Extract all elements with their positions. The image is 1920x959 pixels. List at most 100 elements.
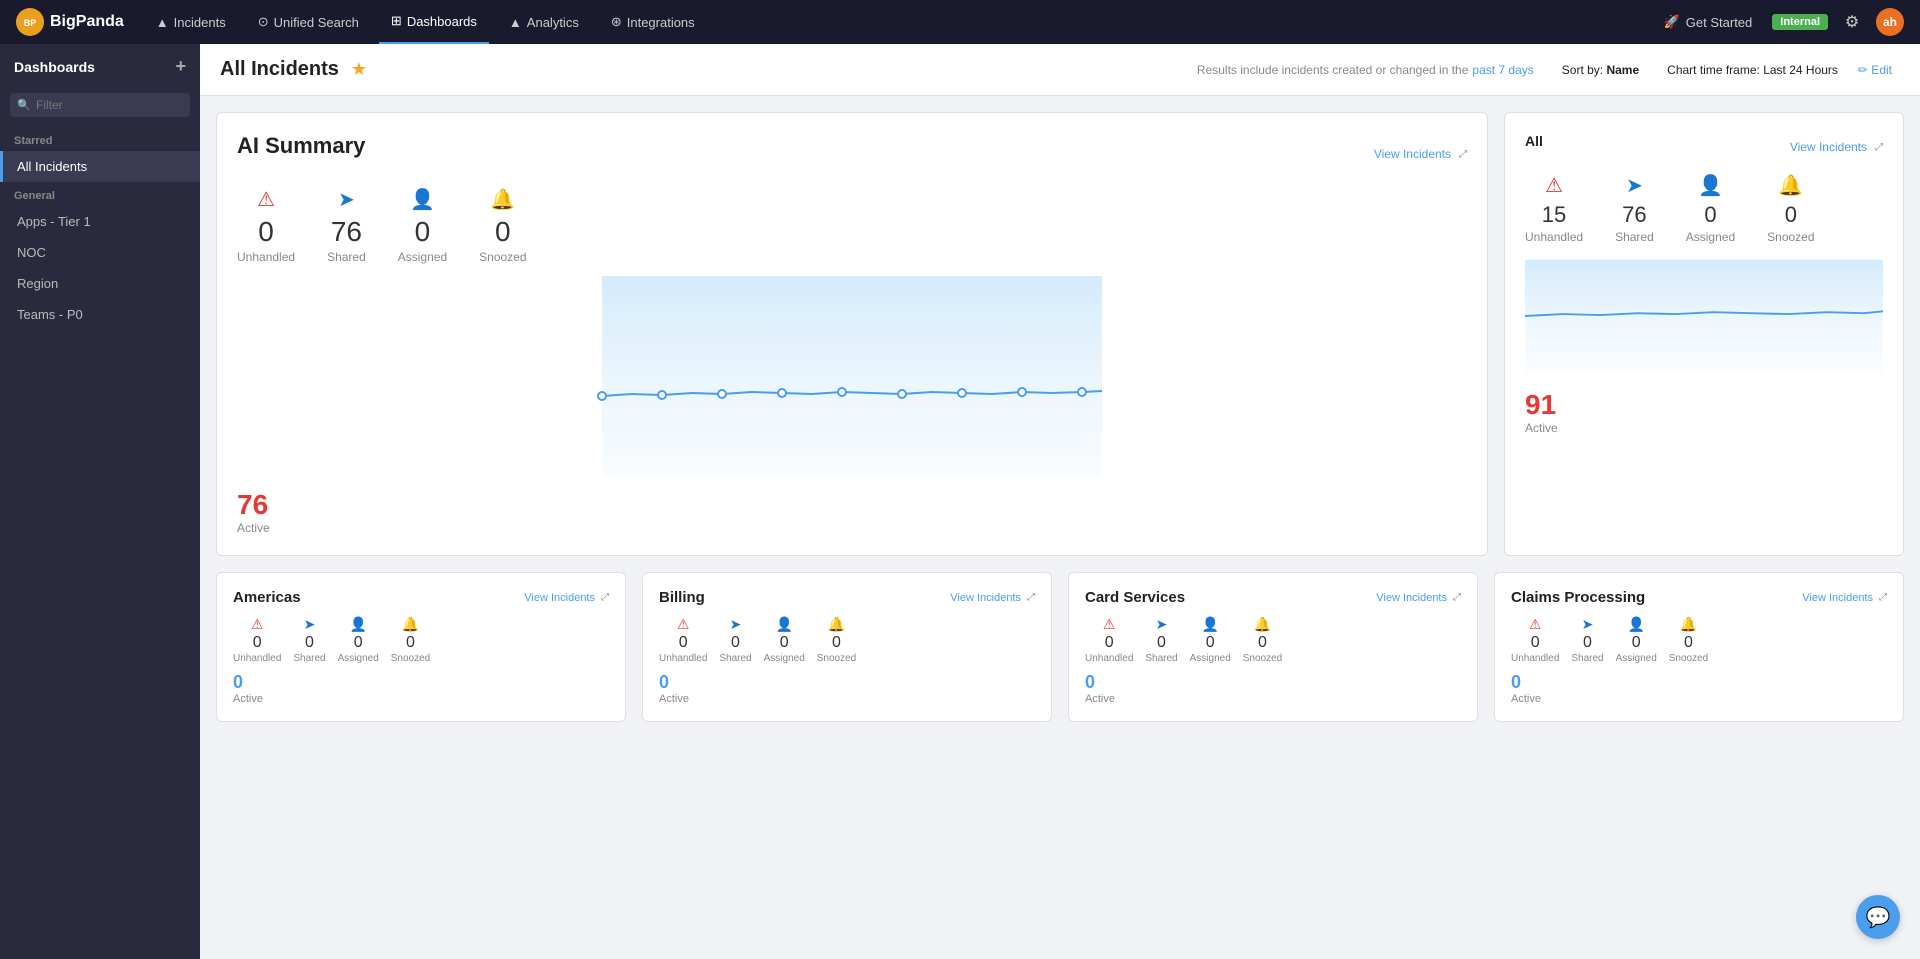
chat-button[interactable]: 💬 — [1856, 895, 1900, 939]
all-assigned-label: Assigned — [1686, 230, 1735, 244]
nav-analytics[interactable]: ▲ Analytics — [497, 0, 591, 44]
ai-summary-view-incidents[interactable]: View Incidents — [1374, 147, 1451, 161]
app-logo[interactable]: BP BigPanda — [16, 8, 124, 36]
person-icon-card-services: 👤 — [1201, 616, 1218, 633]
card-active-americas: 0 Active — [233, 672, 609, 705]
sidebar-item-noc[interactable]: NOC — [0, 237, 200, 268]
view-incidents-americas[interactable]: View Incidents — [524, 592, 595, 604]
warning-icon-card-services: ⚠ — [1103, 616, 1116, 633]
all-stat-snoozed: 🔔 0 Snoozed — [1767, 173, 1814, 244]
sidebar: Dashboards + 🔍 Starred All Incidents Gen… — [0, 44, 200, 959]
card-title-americas: Americas — [233, 589, 301, 606]
card-claims-processing: Claims Processing View Incidents ⤢ ⚠ 0 U… — [1494, 572, 1904, 722]
view-incidents-claims-processing[interactable]: View Incidents — [1802, 592, 1873, 604]
stat-unhandled-billing: ⚠ 0 Unhandled — [659, 616, 707, 664]
warning-icon-billing: ⚠ — [677, 616, 690, 633]
stat-snoozed-claims-processing: 🔔 0 Snoozed — [1669, 616, 1708, 664]
stat-assigned-americas: 👤 0 Assigned — [338, 616, 379, 664]
svg-text:BP: BP — [24, 18, 37, 28]
ai-summary-active: 76 Active — [237, 489, 1467, 535]
main-content: All Incidents ★ Results include incident… — [200, 44, 1920, 959]
stat-shared: ➤ 76 Shared — [327, 187, 366, 264]
card-active-card-services: 0 Active — [1085, 672, 1461, 705]
card-header-billing: Billing View Incidents ⤢ — [659, 589, 1035, 606]
expand-billing[interactable]: ⤢ — [1027, 592, 1035, 603]
bell-icon-americas: 🔔 — [402, 616, 419, 633]
stat-snoozed-americas: 🔔 0 Snoozed — [391, 616, 430, 664]
all-assigned-value: 0 — [1704, 202, 1716, 228]
all-active-value: 91 — [1525, 389, 1883, 421]
chat-icon: 💬 — [1866, 905, 1891, 930]
all-shared-label: Shared — [1615, 230, 1654, 244]
shared-value: 76 — [331, 216, 362, 248]
gear-icon: ⚙ — [1845, 12, 1859, 32]
all-expand-icon[interactable]: ⤢ — [1875, 142, 1883, 153]
expand-claims-processing[interactable]: ⤢ — [1879, 592, 1887, 603]
view-incidents-card-services[interactable]: View Incidents — [1376, 592, 1447, 604]
page-header: All Incidents ★ Results include incident… — [200, 44, 1920, 96]
get-started-button[interactable]: 🚀 Get Started — [1652, 14, 1765, 30]
active-label: Active — [237, 521, 1467, 535]
topnav: BP BigPanda ▲ Incidents ⊙ Unified Search… — [0, 0, 1920, 44]
assigned-value: 0 — [415, 216, 431, 248]
star-icon[interactable]: ★ — [351, 59, 367, 80]
expand-americas[interactable]: ⤢ — [601, 592, 609, 603]
card-stats-card-services: ⚠ 0 Unhandled ➤ 0 Shared 👤 0 Assigned 🔔 … — [1085, 616, 1461, 664]
rocket-icon: 🚀 — [1664, 14, 1680, 30]
snoozed-label: Snoozed — [479, 250, 526, 264]
all-panel-header: All View Incidents ⤢ — [1525, 133, 1883, 161]
card-active-claims-processing: 0 Active — [1511, 672, 1887, 705]
stat-unhandled-americas: ⚠ 0 Unhandled — [233, 616, 281, 664]
incidents-icon: ▲ — [156, 15, 169, 30]
person-icon-billing: 👤 — [775, 616, 792, 633]
bell-icon-claims-processing: 🔔 — [1680, 616, 1697, 633]
all-view-incidents[interactable]: View Incidents — [1790, 140, 1867, 154]
ai-summary-expand-icon[interactable]: ⤢ — [1459, 149, 1467, 160]
sidebar-item-region[interactable]: Region — [0, 268, 200, 299]
nav-integrations[interactable]: ⊛ Integrations — [599, 0, 707, 44]
all-bell-icon: 🔔 — [1778, 173, 1803, 198]
all-stat-shared: ➤ 76 Shared — [1615, 173, 1654, 244]
sidebar-header: Dashboards + — [0, 44, 200, 89]
warning-icon-americas: ⚠ — [251, 616, 264, 633]
unhandled-value: 0 — [258, 216, 274, 248]
settings-button[interactable]: ⚙ — [1836, 6, 1868, 38]
stat-assigned-claims-processing: 👤 0 Assigned — [1616, 616, 1657, 664]
card-title-card-services: Card Services — [1085, 589, 1185, 606]
expand-card-services[interactable]: ⤢ — [1453, 592, 1461, 603]
stat-shared-americas: ➤ 0 Shared — [293, 616, 325, 664]
snoozed-value: 0 — [495, 216, 511, 248]
stat-unhandled: ⚠ 0 Unhandled — [237, 187, 295, 264]
ai-summary-stats: ⚠ 0 Unhandled ➤ 76 Shared 👤 0 Assig — [237, 187, 1467, 264]
sidebar-add-button[interactable]: + — [175, 56, 186, 77]
card-stats-claims-processing: ⚠ 0 Unhandled ➤ 0 Shared 👤 0 Assigned 🔔 … — [1511, 616, 1887, 664]
sidebar-item-apps-tier-1[interactable]: Apps - Tier 1 — [0, 206, 200, 237]
all-panel-active: 91 Active — [1525, 389, 1883, 435]
sidebar-item-label: Apps - Tier 1 — [17, 214, 91, 229]
stat-unhandled-claims-processing: ⚠ 0 Unhandled — [1511, 616, 1559, 664]
warning-icon-claims-processing: ⚠ — [1529, 616, 1542, 633]
bottom-row: Americas View Incidents ⤢ ⚠ 0 Unhandled … — [216, 572, 1904, 722]
sidebar-item-teams-p0[interactable]: Teams - P0 — [0, 299, 200, 330]
share-icon: ➤ — [338, 187, 355, 212]
card-stats-billing: ⚠ 0 Unhandled ➤ 0 Shared 👤 0 Assigned 🔔 … — [659, 616, 1035, 664]
sidebar-item-all-incidents[interactable]: All Incidents — [0, 151, 200, 182]
user-avatar[interactable]: ah — [1876, 8, 1904, 36]
nav-incidents[interactable]: ▲ Incidents — [144, 0, 238, 44]
sidebar-filter[interactable]: 🔍 — [10, 93, 190, 117]
view-incidents-billing[interactable]: View Incidents — [950, 592, 1021, 604]
nav-dashboards[interactable]: ⊞ Dashboards — [379, 0, 489, 44]
card-header-americas: Americas View Incidents ⤢ — [233, 589, 609, 606]
stat-assigned-card-services: 👤 0 Assigned — [1190, 616, 1231, 664]
nav-unified-search[interactable]: ⊙ Unified Search — [246, 0, 371, 44]
card-stats-americas: ⚠ 0 Unhandled ➤ 0 Shared 👤 0 Assigned 🔔 … — [233, 616, 609, 664]
edit-button[interactable]: ✏ Edit — [1850, 59, 1900, 81]
sidebar-filter-input[interactable] — [10, 93, 190, 117]
card-americas: Americas View Incidents ⤢ ⚠ 0 Unhandled … — [216, 572, 626, 722]
all-panel-title: All — [1525, 133, 1543, 149]
page-title: All Incidents — [220, 58, 339, 81]
sort-by: Sort by: Name — [1562, 63, 1639, 77]
top-row: AI Summary View Incidents ⤢ ⚠ 0 Unhandle… — [216, 112, 1904, 556]
all-unhandled-value: 15 — [1542, 202, 1566, 228]
stat-shared-claims-processing: ➤ 0 Shared — [1571, 616, 1603, 664]
